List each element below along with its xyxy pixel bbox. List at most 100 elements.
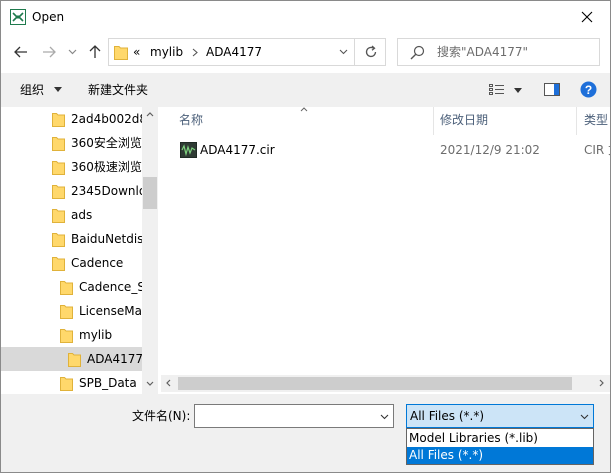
folder-icon [52,185,65,199]
scroll-down-icon[interactable] [146,381,154,386]
recent-locations-button[interactable] [64,44,80,60]
tree-item-cadence[interactable]: Cadence [1,251,142,275]
folder-icon [52,161,65,175]
caret-down-icon [514,88,522,93]
view-options-button[interactable] [489,82,527,98]
navigation-pane: 2ad4b002d8 360安全浏览 360极速浏览 2345Downlo ad… [1,107,158,394]
tree-item-label: ads [71,208,93,222]
file-date: 2021/12/9 21:02 [440,143,540,157]
up-button[interactable] [85,41,105,63]
folder-icon [68,353,81,367]
filename-field[interactable] [194,404,394,428]
details-view-icon [489,84,504,95]
preview-pane-icon[interactable] [544,83,560,96]
tree-item-ada4177[interactable]: ADA4177 [1,347,143,371]
folder-icon [52,209,65,223]
file-row[interactable]: ADA4177.cir 2021/12/9 21:02 CIR 文 [173,137,610,163]
list-scroll-thumb[interactable] [178,377,572,390]
file-type-filter[interactable]: All Files (*.*) [406,404,594,428]
breadcrumb-ada4177[interactable]: ADA4177 [206,45,262,59]
chevron-right-icon [192,48,198,57]
chevron-down-icon [68,49,76,55]
tree-item-label: Cadence_S [79,280,145,294]
tree-item-ads[interactable]: ads [1,203,142,227]
filter-option-all-files[interactable]: All Files (*.*) [407,447,593,464]
chevron-down-icon[interactable] [380,414,389,420]
search-icon [410,45,425,60]
filter-option-model-libraries[interactable]: Model Libraries (*.lib) [407,430,593,447]
tree-scroll-thumb[interactable] [143,177,157,209]
filter-selected: All Files (*.*) [410,409,485,423]
tree-item-2ad4b002d8[interactable]: 2ad4b002d8 [1,107,147,131]
tree-item-label: 2ad4b002d8 [71,112,148,126]
tree-scrollbar[interactable] [142,107,158,394]
file-type-dropdown: Model Libraries (*.lib) All Files (*.*) [406,428,594,465]
list-scrollbar[interactable] [161,375,610,392]
tree-item-cadence-s[interactable]: Cadence_S [1,275,145,299]
tree-item-baidunetdisk[interactable]: BaiduNetdis [1,227,144,251]
tree-item-label: 360安全浏览 [71,136,142,150]
tree-item-label: Cadence [71,256,124,270]
close-icon [581,11,593,23]
help-icon[interactable]: ? [580,81,597,98]
tree-item-licensemanager[interactable]: LicenseMa [1,299,142,323]
tree-item-label: LicenseMa [79,304,142,318]
back-button[interactable] [10,41,32,63]
close-button[interactable] [564,1,610,33]
file-list: 名称 修改日期 类型 ADA4177.cir 2021/12/9 21:02 C… [161,107,610,394]
column-header-name[interactable]: 名称 [179,113,203,127]
browser-body: 2ad4b002d8 360安全浏览 360极速浏览 2345Downlo ad… [1,107,610,394]
column-divider[interactable] [576,107,577,135]
tree-item-label: BaiduNetdis [71,232,144,246]
open-dialog: Open « mylib ADA4177 搜索"ADA4177" 组织 新建文件… [0,0,611,473]
address-overflow[interactable]: « [133,45,140,59]
folder-icon [52,137,65,151]
file-type: CIR 文 [584,143,610,157]
address-bar[interactable]: « mylib ADA4177 [108,38,386,66]
folder-icon [60,305,73,319]
tree-item-2345downloads[interactable]: 2345Downlo [1,179,146,203]
tree-item-360-safe-browser[interactable]: 360安全浏览 [1,131,142,155]
app-icon [10,9,26,25]
column-header-date[interactable]: 修改日期 [440,113,488,127]
forward-arrow-icon [43,46,56,58]
folder-icon [52,233,65,247]
tree-item-360-speed-browser[interactable]: 360极速浏览 [1,155,142,179]
refresh-button[interactable] [354,39,386,65]
organize-label: 组织 [20,83,45,97]
tree-item-label: ADA4177 [87,352,143,366]
forward-button[interactable] [38,41,60,63]
back-arrow-icon [14,46,27,58]
folder-icon [60,281,73,295]
organize-button[interactable]: 组织 [20,83,62,99]
scroll-up-icon[interactable] [146,112,154,117]
tree-item-label: 2345Downlo [71,184,147,198]
filename-label: 文件名(N): [132,409,191,423]
caret-down-icon [53,87,62,92]
window-title: Open [32,10,65,24]
column-divider[interactable] [433,107,434,135]
column-header-type[interactable]: 类型 [584,113,608,127]
tree-item-spb-data[interactable]: SPB_Data [1,371,142,394]
address-dropdown-icon[interactable] [339,49,348,55]
tree-item-label: 360极速浏览 [71,160,142,174]
folder-icon [52,257,65,271]
title-bar: Open [1,1,610,33]
folder-icon [114,46,128,60]
cir-file-icon [180,142,197,158]
tree-item-label: mylib [79,328,113,342]
tree-item-mylib[interactable]: mylib [1,323,142,347]
svg-text:?: ? [585,83,592,97]
tree-item-label: SPB_Data [79,376,137,390]
folder-icon [60,329,73,343]
new-folder-button[interactable]: 新建文件夹 [88,83,148,97]
chevron-down-icon [580,414,589,420]
dialog-footer: 文件名(N): All Files (*.*) Model Libraries … [1,394,610,472]
folder-icon [60,377,73,391]
scroll-left-icon[interactable] [166,379,171,387]
search-box[interactable]: 搜索"ADA4177" [397,38,600,66]
scroll-right-icon[interactable] [599,379,604,387]
folder-icon [52,113,65,127]
command-bar: 组织 新建文件夹 ? [1,73,610,107]
breadcrumb-mylib[interactable]: mylib [150,45,183,59]
